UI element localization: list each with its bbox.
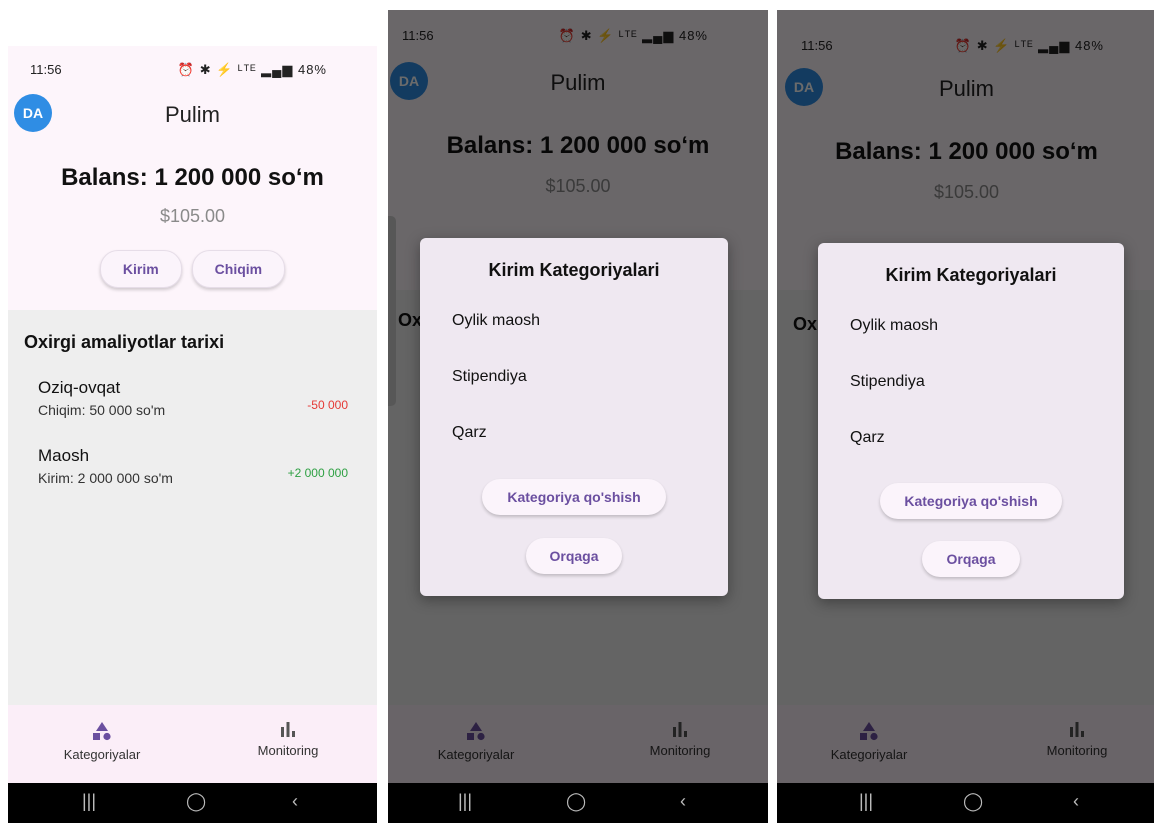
shapes-icon bbox=[93, 722, 111, 741]
balance-usd: $105.00 bbox=[159, 206, 226, 226]
category-dialog: Kirim Kategoriyalari Oylik maosh Stipend… bbox=[420, 238, 728, 596]
category-dialog: Kirim Kategoriyalari Oylik maosh Stipend… bbox=[818, 243, 1124, 599]
nav-label-categories: Kategoriyalar bbox=[63, 747, 141, 762]
recent-apps-icon[interactable]: ||| bbox=[859, 791, 873, 812]
income-button[interactable]: Kirim bbox=[99, 250, 182, 288]
home-icon[interactable]: ◯ bbox=[186, 791, 206, 812]
back-icon[interactable]: ‹ bbox=[680, 791, 686, 812]
phone-screen-dialog: 11:56 ⏰ ✱ ⚡ ᴸᵀᴱ ▂▄▆ 48% DA Pulim Balans:… bbox=[388, 0, 768, 823]
dialog-title: Kirim Kategoriyalari bbox=[885, 265, 1057, 285]
back-icon[interactable]: ‹ bbox=[1073, 791, 1079, 812]
category-option[interactable]: Stipendiya bbox=[850, 373, 925, 391]
list-item[interactable]: Oziq-ovqat Chiqim: 50 000 so'm -50 000 bbox=[38, 378, 348, 418]
recent-apps-icon[interactable]: ||| bbox=[458, 791, 472, 812]
home-screen: 11:56 ⏰ ✱ ⚡ ᴸᵀᴱ ▂▄▆ 48% DA Pulim Balans:… bbox=[8, 46, 377, 783]
action-buttons: Kirim Chiqim bbox=[8, 250, 377, 288]
back-button[interactable]: Orqaga bbox=[922, 541, 1020, 577]
android-nav-bar: ||| ◯ ‹ bbox=[8, 783, 377, 823]
category-option[interactable]: Oylik maosh bbox=[452, 312, 540, 330]
home-icon[interactable]: ◯ bbox=[963, 791, 983, 812]
android-nav-bar: ||| ◯ ‹ bbox=[388, 783, 768, 823]
phone-screen-home: 11:56 ⏰ ✱ ⚡ ᴸᵀᴱ ▂▄▆ 48% DA Pulim Balans:… bbox=[8, 0, 377, 823]
status-time: 11:56 bbox=[30, 62, 62, 77]
nav-tab-categories[interactable]: Kategoriyalar bbox=[52, 721, 152, 762]
list-item[interactable]: Maosh Kirim: 2 000 000 so'm +2 000 000 bbox=[38, 446, 348, 486]
battery-level: 48% bbox=[297, 62, 327, 77]
category-option[interactable]: Stipendiya bbox=[452, 368, 527, 386]
back-icon[interactable]: ‹ bbox=[292, 791, 298, 812]
home-screen-dimmed: 11:56 ⏰ ✱ ⚡ ᴸᵀᴱ ▂▄▆ 48% DA Pulim Balans:… bbox=[777, 10, 1154, 783]
expense-button[interactable]: Chiqim bbox=[191, 250, 286, 288]
recent-apps-icon[interactable]: ||| bbox=[82, 791, 96, 812]
history-title: Oxirgi amaliyotlar tarixi bbox=[24, 332, 225, 352]
phone-screen-dialog: 11:56 ⏰ ✱ ⚡ ᴸᵀᴱ ▂▄▆ 48% DA Pulim Balans:… bbox=[777, 0, 1154, 823]
tx-amount: +2 000 000 bbox=[287, 466, 348, 480]
nav-label-monitoring: Monitoring bbox=[257, 743, 319, 758]
category-option[interactable]: Oylik maosh bbox=[850, 317, 938, 335]
add-category-button[interactable]: Kategoriya qo'shish bbox=[482, 479, 666, 515]
home-icon[interactable]: ◯ bbox=[566, 791, 586, 812]
tx-amount: -50 000 bbox=[307, 398, 348, 412]
category-option[interactable]: Qarz bbox=[452, 424, 487, 442]
add-category-button[interactable]: Kategoriya qo'shish bbox=[880, 483, 1062, 519]
balance-label: Balans: 1 200 000 so‘m bbox=[61, 164, 324, 191]
tx-name: Maosh bbox=[38, 446, 90, 465]
history-area bbox=[8, 310, 377, 705]
status-icons: ⏰ ✱ ⚡ ᴸᵀᴱ ▂▄▆ 48% bbox=[177, 62, 327, 77]
category-option[interactable]: Qarz bbox=[850, 429, 885, 447]
dialog-title: Kirim Kategoriyalari bbox=[488, 260, 660, 280]
bar-chart-icon bbox=[281, 722, 295, 737]
home-screen-dimmed: 11:56 ⏰ ✱ ⚡ ᴸᵀᴱ ▂▄▆ 48% DA Pulim Balans:… bbox=[388, 10, 768, 783]
tx-sub: Chiqim: 50 000 so'm bbox=[38, 402, 166, 418]
back-button[interactable]: Orqaga bbox=[526, 538, 622, 574]
android-nav-bar: ||| ◯ ‹ bbox=[777, 783, 1154, 823]
bottom-nav: Kategoriyalar Monitoring bbox=[8, 705, 377, 783]
app-title: Pulim bbox=[164, 102, 220, 127]
tx-name: Oziq-ovqat bbox=[38, 378, 121, 397]
nav-tab-monitoring[interactable]: Monitoring bbox=[238, 721, 338, 758]
